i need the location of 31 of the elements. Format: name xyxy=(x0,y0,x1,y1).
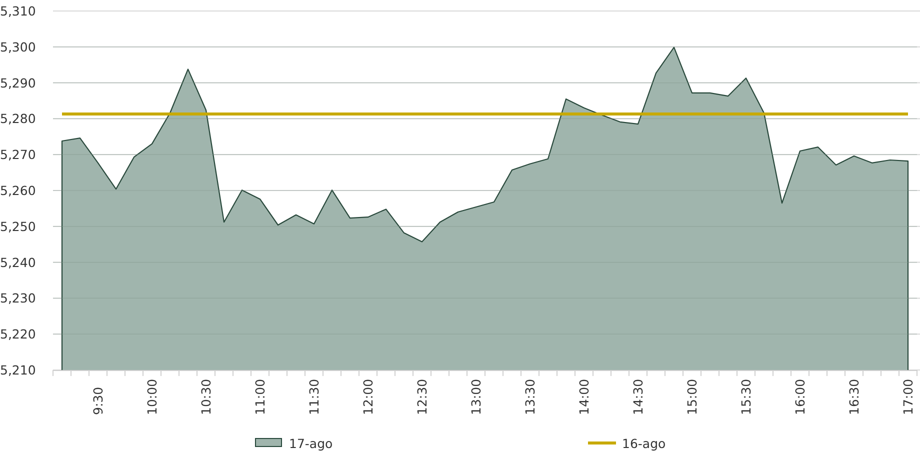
y-axis-label: 5,250 xyxy=(0,218,36,234)
y-axis-label: 5,240 xyxy=(0,254,36,270)
y-axis-label: 5,300 xyxy=(0,39,36,54)
legend-label: 16-ago xyxy=(622,436,666,451)
y-axis-label: 5,270 xyxy=(0,147,36,162)
y-axis-label: 5,210 xyxy=(0,362,36,378)
x-axis-label: 10:30 xyxy=(198,378,214,415)
legend-swatch xyxy=(588,442,616,444)
y-axis-label: 5,290 xyxy=(0,75,36,90)
y-axis-label: 5,230 xyxy=(0,290,36,306)
x-axis-label: 17:00 xyxy=(900,378,916,415)
y-axis-label: 5,310 xyxy=(0,4,36,18)
x-axis-label: 11:00 xyxy=(252,378,268,415)
y-axis-label: 5,280 xyxy=(0,111,36,126)
x-axis-label: 15:30 xyxy=(738,378,754,415)
x-axis-label: 13:30 xyxy=(522,378,538,415)
x-axis-label: 11:30 xyxy=(306,378,322,415)
x-axis-label: 15:00 xyxy=(684,378,700,415)
x-axis-label: 12:30 xyxy=(414,378,430,415)
legend-label: 17-ago xyxy=(289,436,333,451)
x-axis-label: 12:00 xyxy=(360,378,376,415)
x-axis-label: 13:00 xyxy=(468,378,484,415)
y-axis-label: 5,260 xyxy=(0,183,36,198)
x-axis-label: 14:00 xyxy=(576,378,592,415)
x-axis-label: 10:00 xyxy=(144,378,160,415)
x-axis-label: 16:00 xyxy=(792,378,808,415)
x-axis-label: 16:30 xyxy=(846,378,862,415)
y-axis-label: 5,220 xyxy=(0,326,36,342)
x-axis-label: 14:30 xyxy=(630,378,646,415)
legend-swatch xyxy=(255,438,282,447)
x-axis-label: 9:30 xyxy=(90,386,106,415)
